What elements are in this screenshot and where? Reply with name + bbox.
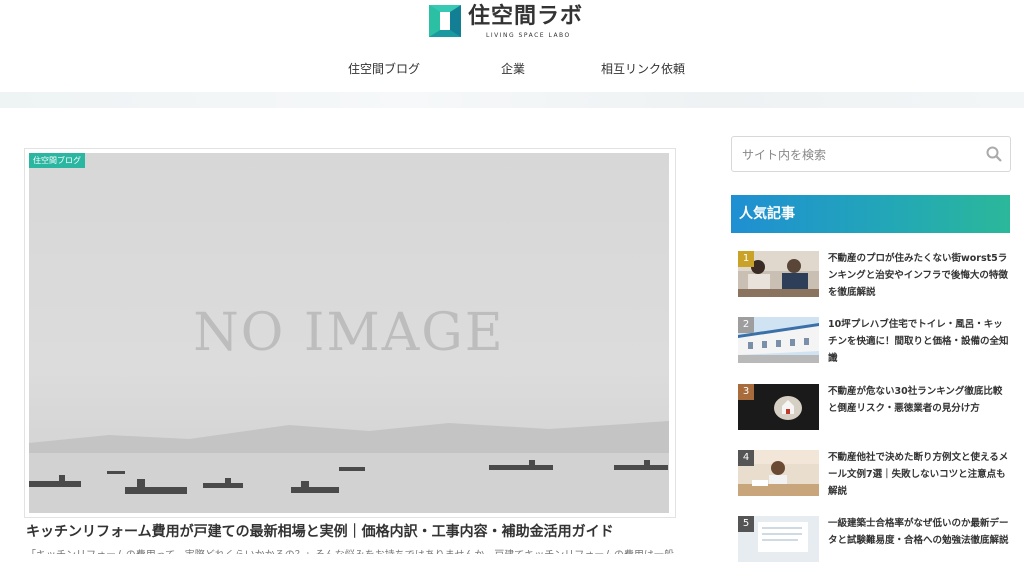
- logo-cube-icon: [428, 4, 462, 38]
- ranking-title[interactable]: 不動産が危ない30社ランキング徹底比較と倒産リスク・悪徳業者の見分け方: [828, 383, 1010, 417]
- ranking-item[interactable]: 3 不動産が危ない30社ランキング徹底比較と倒産リスク・悪徳業者の見分け方: [738, 384, 1010, 434]
- rank-number: 4: [738, 450, 754, 466]
- search-input[interactable]: [740, 145, 974, 165]
- rank-number: 3: [738, 384, 754, 400]
- ranking-item[interactable]: 5 一級建築士合格率がなぜ低いのか最新データと試験難易度・合格への勉強法徹底解説: [738, 516, 1010, 566]
- ranking-title[interactable]: 不動産のプロが住みたくない街worst5ランキングと治安やインフラで後悔大の特徴…: [828, 250, 1010, 301]
- popular-heading: 人気記事: [731, 195, 1010, 233]
- no-image-text: NO IMAGE: [193, 303, 505, 363]
- site-header: 住空間ラボ LIVING SPACE LABO 住空間ブログ 企業 相互リンク依…: [0, 0, 1024, 92]
- rank-number: 2: [738, 317, 754, 333]
- post-title[interactable]: キッチンリフォーム費用が戸建ての最新相場と実例｜価格内訳・工事内容・補助金活用ガ…: [26, 521, 614, 541]
- ranking-thumbnail[interactable]: 4: [738, 450, 819, 496]
- site-logo[interactable]: 住空間ラボ LIVING SPACE LABO: [428, 4, 583, 40]
- nav-item-company[interactable]: 企業: [501, 60, 525, 77]
- post-thumbnail[interactable]: NO IMAGE: [29, 153, 669, 513]
- site-search[interactable]: [731, 136, 1011, 172]
- header-band: [0, 92, 1024, 108]
- ranking-thumbnail[interactable]: 2: [738, 317, 819, 363]
- ranking-item[interactable]: 2 10坪プレハブ住宅でトイレ・風呂・キッチンを快適に！間取りと価格・設備の全知…: [738, 317, 1010, 367]
- rank-number: 1: [738, 251, 754, 267]
- logo-subtitle: LIVING SPACE LABO: [486, 32, 571, 39]
- ranking-title[interactable]: 一級建築士合格率がなぜ低いのか最新データと試験難易度・合格への勉強法徹底解説: [828, 515, 1010, 549]
- logo-title: 住空間ラボ: [468, 4, 584, 29]
- ranking-title[interactable]: 10坪プレハブ住宅でトイレ・風呂・キッチンを快適に！間取りと価格・設備の全知識: [828, 316, 1010, 367]
- ranking-title[interactable]: 不動産他社で決めた断り方例文と使えるメール文例7選｜失敗しないコツと注意点も解説: [828, 449, 1010, 500]
- ranking-thumbnail[interactable]: 5: [738, 516, 819, 562]
- nav-item-blog[interactable]: 住空間ブログ: [348, 60, 420, 77]
- post-excerpt: 「キッチンリフォームの費用って、実際どれくらいかかるの？」そんな悩みをお持ちでは…: [26, 546, 674, 554]
- global-nav: 住空間ブログ 企業 相互リンク依頼: [0, 60, 1024, 80]
- nav-item-link-request[interactable]: 相互リンク依頼: [601, 60, 685, 77]
- ranking-item[interactable]: 1 不動産のプロが住みたくない街worst5ランキングと治安やインフラで後悔大の…: [738, 251, 1010, 301]
- category-label[interactable]: 住空間ブログ: [29, 153, 85, 168]
- ranking-item[interactable]: 4 不動産他社で決めた断り方例文と使えるメール文例7選｜失敗しないコツと注意点も…: [738, 450, 1010, 500]
- ranking-thumbnail[interactable]: 1: [738, 251, 819, 297]
- ranking-thumbnail[interactable]: 3: [738, 384, 819, 430]
- rank-number: 5: [738, 516, 754, 532]
- search-icon[interactable]: [986, 146, 1002, 162]
- featured-post-card[interactable]: NO IMAGE 住空間ブログ: [24, 148, 676, 518]
